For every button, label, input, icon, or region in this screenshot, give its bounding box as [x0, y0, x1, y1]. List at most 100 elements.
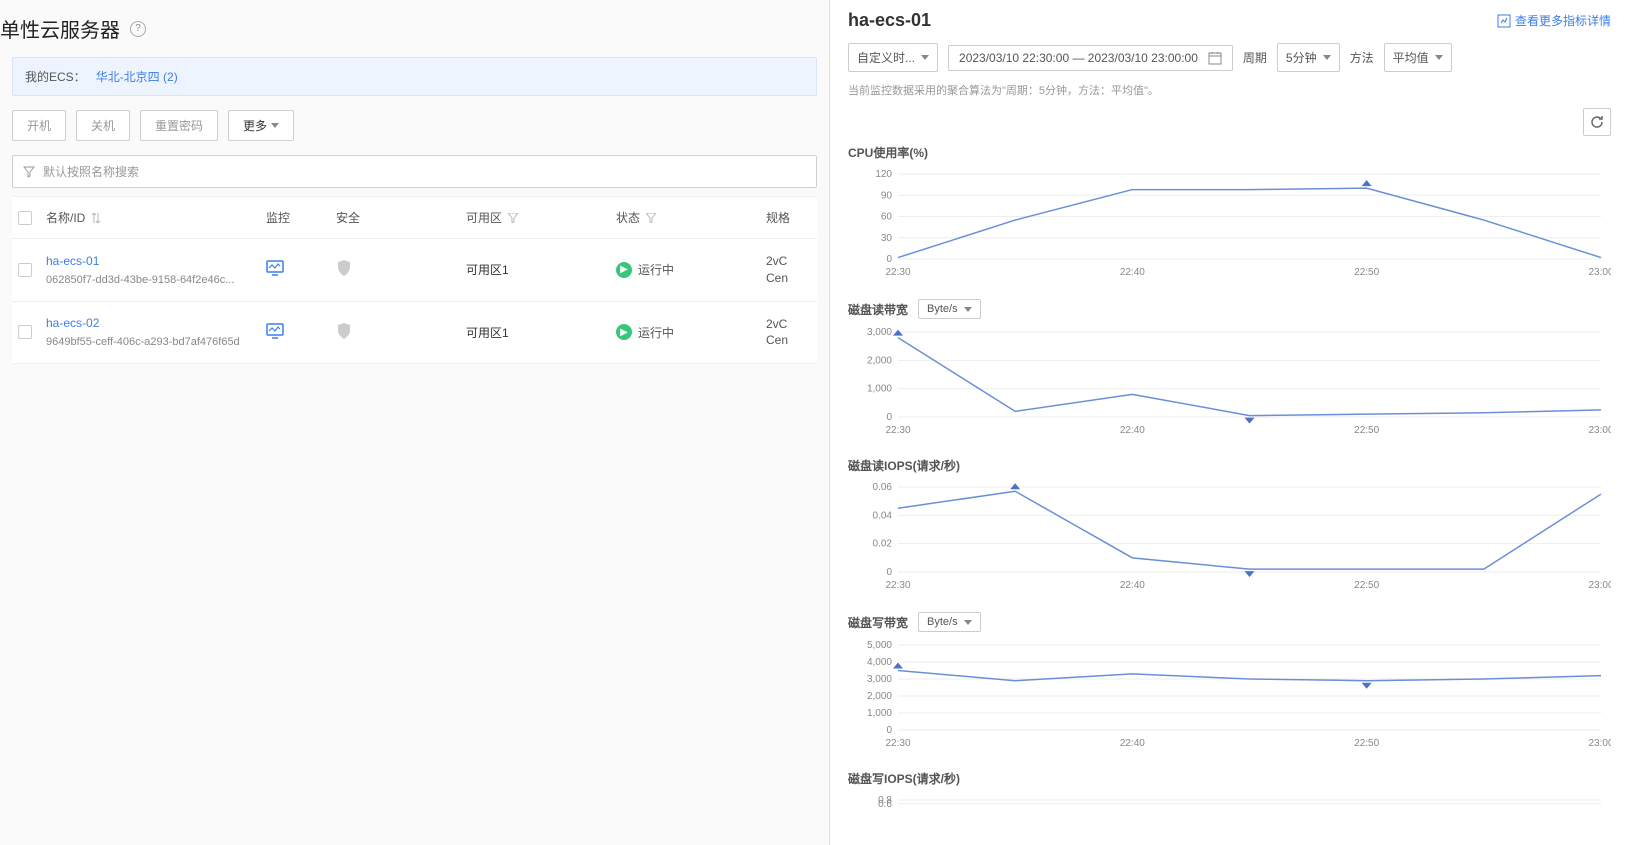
chart-disk-read-iops: 磁盘读IOPS(请求/秒) 00.020.040.0622:3022:4022:…: [848, 457, 1611, 592]
svg-text:22:30: 22:30: [885, 425, 910, 436]
chart-title: 磁盘读带宽: [848, 301, 908, 318]
metrics-title: ha-ecs-01: [848, 10, 931, 31]
table-row[interactable]: ha-ecs-02 9649bf55-ceff-406c-a293-bd7af4…: [12, 302, 817, 365]
chart-canvas[interactable]: 0.60.8: [848, 795, 1611, 835]
svg-text:0.02: 0.02: [873, 539, 893, 550]
svg-text:0: 0: [886, 567, 892, 578]
row-checkbox[interactable]: [18, 325, 32, 339]
view-more-metrics-link[interactable]: 查看更多指标详情: [1497, 12, 1611, 29]
chevron-down-icon: [271, 123, 279, 128]
table-header: 名称/ID 监控 安全 可用区 状态 规格: [12, 197, 817, 239]
svg-text:22:50: 22:50: [1354, 738, 1379, 749]
aggregation-hint: 当前监控数据采用的聚合算法为"周期：5分钟，方法：平均值"。: [848, 78, 1611, 108]
server-table: 名称/ID 监控 安全 可用区 状态 规格 ha-ecs-01 062850f7…: [12, 196, 817, 364]
svg-text:60: 60: [881, 212, 893, 223]
time-mode-select[interactable]: 自定义时...: [848, 43, 938, 72]
svg-text:22:40: 22:40: [1120, 738, 1145, 749]
chart-canvas[interactable]: 00.020.040.0622:3022:4022:5023:00: [848, 482, 1611, 592]
unit-select[interactable]: Byte/s: [918, 612, 981, 632]
chart-disk-write-iops: 磁盘写IOPS(请求/秒) 0.60.8: [848, 770, 1611, 835]
chevron-down-icon: [964, 620, 972, 625]
search-input[interactable]: 默认按照名称搜索: [12, 155, 817, 188]
col-security: 安全: [336, 209, 466, 226]
svg-text:22:30: 22:30: [885, 267, 910, 278]
chart-title: CPU使用率(%): [848, 144, 928, 161]
svg-text:0.04: 0.04: [873, 510, 893, 521]
chart-disk-read-bw: 磁盘读带宽 Byte/s 01,0002,0003,00022:3022:402…: [848, 299, 1611, 437]
chevron-down-icon: [1323, 55, 1331, 60]
svg-text:30: 30: [881, 233, 893, 244]
svg-text:120: 120: [875, 169, 892, 180]
svg-text:22:50: 22:50: [1354, 267, 1379, 278]
svg-text:0: 0: [886, 725, 892, 736]
stop-button[interactable]: 关机: [76, 110, 130, 141]
funnel-icon: [646, 213, 656, 223]
chart-canvas[interactable]: 0 1,000 2,000 3,000 4,000 5,000 22:30 22:40 22:5…: [848, 640, 1611, 750]
svg-text:22:30: 22:30: [885, 580, 910, 591]
svg-text:0.06: 0.06: [873, 482, 893, 493]
col-monitor: 监控: [266, 209, 336, 226]
chart-canvas[interactable]: 01,0002,0003,00022:3022:4022:5023:00: [848, 327, 1611, 437]
svg-text:22:50: 22:50: [1354, 425, 1379, 436]
start-button[interactable]: 开机: [12, 110, 66, 141]
filter-icon: [23, 166, 35, 178]
sort-icon: [91, 213, 101, 223]
chart-disk-write-bw: 磁盘写带宽 Byte/s 01,0002,0003,0004,0005,0002…: [848, 612, 1611, 750]
status-cell: ▶ 运行中: [616, 261, 766, 278]
method-select[interactable]: 平均值: [1384, 43, 1452, 72]
col-status[interactable]: 状态: [616, 209, 766, 226]
page-title: 单性云服务器: [0, 14, 120, 43]
svg-text:3,000: 3,000: [867, 327, 892, 338]
shield-icon[interactable]: [336, 322, 466, 343]
chart-title: 磁盘写IOPS(请求/秒): [848, 770, 960, 787]
chart-title: 磁盘读IOPS(请求/秒): [848, 457, 960, 474]
more-button[interactable]: 更多: [228, 110, 294, 141]
shield-icon[interactable]: [336, 259, 466, 280]
az-cell: 可用区1: [466, 261, 616, 278]
svg-text:22:50: 22:50: [1354, 580, 1379, 591]
svg-text:1,000: 1,000: [867, 384, 892, 395]
svg-text:4,000: 4,000: [867, 657, 892, 668]
refresh-button[interactable]: [1583, 108, 1611, 136]
svg-text:90: 90: [881, 190, 893, 201]
help-icon[interactable]: ?: [130, 21, 146, 37]
svg-text:23:00: 23:00: [1588, 267, 1611, 278]
svg-text:23:00: 23:00: [1588, 738, 1611, 749]
my-ecs-label: 我的ECS：: [25, 68, 86, 85]
period-select[interactable]: 5分钟: [1277, 43, 1340, 72]
unit-select[interactable]: Byte/s: [918, 299, 981, 319]
svg-text:2,000: 2,000: [867, 355, 892, 366]
reset-password-button[interactable]: 重置密码: [140, 110, 218, 141]
monitor-icon[interactable]: [266, 323, 336, 342]
col-name[interactable]: 名称/ID: [46, 209, 266, 226]
svg-text:5,000: 5,000: [867, 640, 892, 651]
date-range-picker[interactable]: 2023/03/10 22:30:00 — 2023/03/10 23:00:0…: [948, 45, 1233, 71]
calendar-icon: [1208, 51, 1222, 65]
metrics-panel: ha-ecs-01 查看更多指标详情 自定义时... 2023/03/10 22…: [830, 0, 1629, 845]
row-checkbox[interactable]: [18, 263, 32, 277]
server-name-link[interactable]: ha-ecs-02: [46, 316, 266, 330]
svg-text:22:40: 22:40: [1120, 267, 1145, 278]
region-link[interactable]: 华北-北京四 (2): [96, 68, 178, 85]
svg-text:23:00: 23:00: [1588, 580, 1611, 591]
chart-canvas[interactable]: 0 30 60 90 120 22:30 22:40 22:50 23:00: [848, 169, 1611, 279]
svg-text:0: 0: [886, 254, 892, 265]
table-row[interactable]: ha-ecs-01 062850f7-dd3d-43be-9158-64f2e4…: [12, 239, 817, 302]
az-cell: 可用区1: [466, 324, 616, 341]
chevron-down-icon: [1435, 55, 1443, 60]
svg-text:1,000: 1,000: [867, 708, 892, 719]
server-id: 9649bf55-ceff-406c-a293-bd7af476f65d: [46, 336, 266, 348]
server-id: 062850f7-dd3d-43be-9158-64f2e46c...: [46, 274, 266, 286]
svg-text:2,000: 2,000: [867, 691, 892, 702]
method-label: 方法: [1350, 49, 1374, 66]
my-ecs-bar: 我的ECS： 华北-北京四 (2): [12, 57, 817, 96]
svg-text:3,000: 3,000: [867, 674, 892, 685]
server-name-link[interactable]: ha-ecs-01: [46, 254, 266, 268]
running-icon: ▶: [616, 262, 632, 278]
select-all-checkbox[interactable]: [18, 211, 32, 225]
monitor-icon[interactable]: [266, 260, 336, 279]
svg-text:22:30: 22:30: [885, 738, 910, 749]
chart-cpu: CPU使用率(%) 0 30 60 90 120 22:30 22:40 22:50 23:00: [848, 144, 1611, 279]
status-cell: ▶ 运行中: [616, 324, 766, 341]
col-az[interactable]: 可用区: [466, 209, 616, 226]
